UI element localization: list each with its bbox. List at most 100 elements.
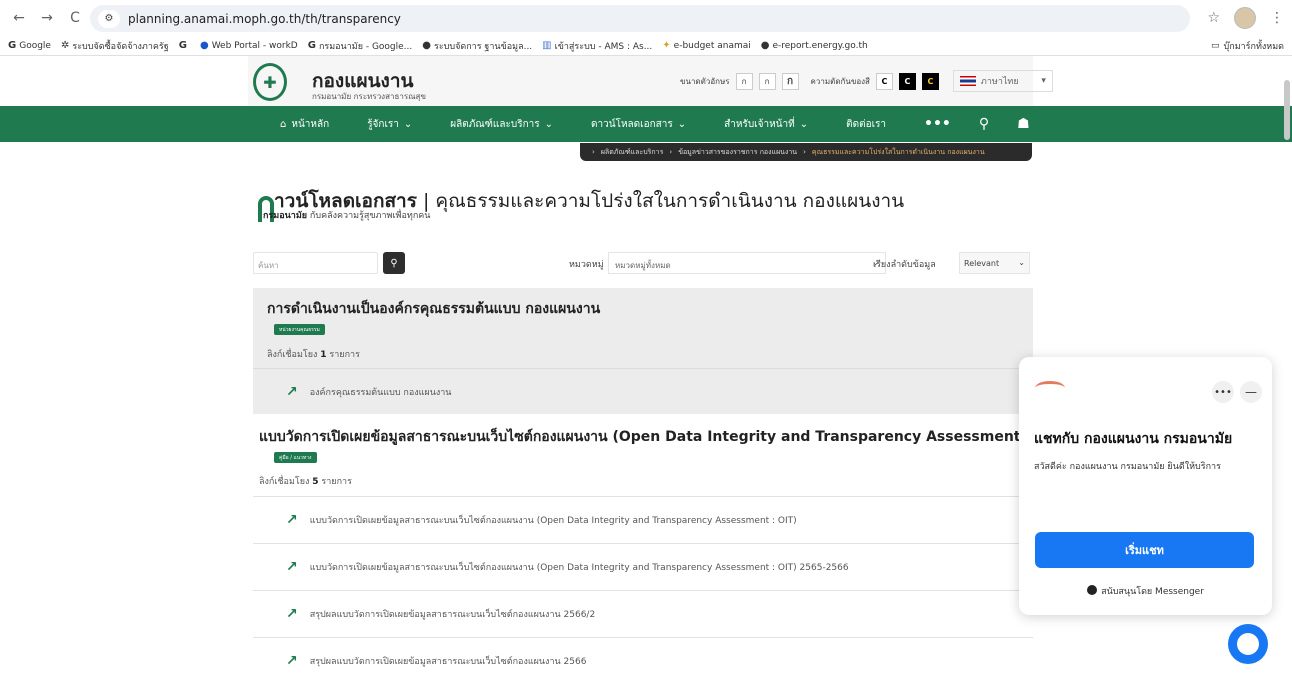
document-group: คู่มือ / แนวทาง ลิงก์เชื่อมโยง 5 รายการ … xyxy=(253,450,1033,675)
item-label: แบบวัดการเปิดเผยข้อมูลสาธารณะบนเว็บไซต์ก… xyxy=(309,515,797,526)
font-small-button[interactable]: ก xyxy=(735,72,753,90)
chevron-down-icon: ⌄ xyxy=(1018,258,1025,267)
bookmark-item[interactable]: G Google xyxy=(8,40,51,51)
breadcrumb-separator: › xyxy=(669,148,673,156)
all-bookmarks-folder[interactable]: ▭ บุ๊กมาร์กทั้งหมด xyxy=(1211,39,1284,53)
bookmark-item[interactable]: ● e-report.energy.go.th xyxy=(761,40,868,51)
scrollbar[interactable] xyxy=(1284,80,1290,140)
bookmark-item[interactable]: ▥ เข้าสู่ระบบ - AMS : As... xyxy=(542,39,652,53)
external-link-icon: ↗ xyxy=(286,511,298,528)
address-bar[interactable]: ⚙ planning.anamai.moph.go.th/th/transpar… xyxy=(90,5,1190,32)
chevron-down-icon: ⌄ xyxy=(403,118,413,130)
count-suffix: รายการ xyxy=(321,477,352,487)
nav-about[interactable]: รู้จักเรา ⌄ xyxy=(367,117,412,132)
bookmark-item[interactable]: G xyxy=(179,40,190,51)
title-rest: คุณธรรมและความโปร่งใสในการดำเนินงาน กองแ… xyxy=(435,190,905,212)
chevron-down-icon: ⌄ xyxy=(677,118,687,130)
contrast-normal-button[interactable]: C xyxy=(875,72,893,90)
bookmark-icon: G xyxy=(307,40,316,51)
category-value: หมวดหมู่ทั้งหมด xyxy=(615,261,671,270)
sort-select[interactable]: Relevant ⌄ xyxy=(959,252,1030,274)
accessibility-tools: ขนาดตัวอักษร ก ก ก ความตัดกันของสี C C C… xyxy=(680,70,1053,92)
group-link-count: ลิงก์เชื่อมโยง 1 รายการ xyxy=(267,347,360,361)
group-title: การดำเนินงานเป็นองค์กรคุณธรรมต้นแบบ กองแ… xyxy=(267,301,601,317)
site-info-icon[interactable]: ⚙ xyxy=(98,9,120,28)
list-item[interactable]: ↗ องค์กรคุณธรรมต้นแบบ กองแผนงาน xyxy=(253,368,1033,414)
language-select[interactable]: ภาษาไทย ▾ xyxy=(952,70,1053,92)
home-icon: ⌂ xyxy=(280,118,287,130)
font-medium-button[interactable]: ก xyxy=(758,72,776,90)
item-label: สรุปผลแบบวัดการเปิดเผยข้อมูลสาธารณะบนเว็… xyxy=(309,609,596,620)
category-select[interactable]: หมวดหมู่ทั้งหมด ⌄ xyxy=(608,252,886,274)
nav-downloads[interactable]: ดาวน์โหลดเอกสาร ⌄ xyxy=(591,117,686,132)
contrast-yellow-button[interactable]: C xyxy=(921,72,939,90)
chevron-down-icon: ▾ xyxy=(1041,76,1046,86)
nav-label: ติดต่อเรา xyxy=(846,118,886,130)
forward-icon[interactable]: → xyxy=(36,7,58,29)
group-link-count: ลิงก์เชื่อมโยง 5 รายการ xyxy=(259,474,352,488)
reload-icon[interactable]: C xyxy=(64,7,86,29)
breadcrumb-item[interactable]: ข้อมูลข่าวสารของราชการ กองแผนงาน xyxy=(678,147,797,158)
page-subtitle: กรมอนามัย กับคลังความรู้สุขภาพเพื่อทุกคน xyxy=(263,208,430,222)
contrast-dark-button[interactable]: C xyxy=(898,72,916,90)
start-chat-button[interactable]: เริ่มแชท xyxy=(1035,532,1254,568)
profile-avatar[interactable] xyxy=(1234,7,1256,29)
chat-footer-text: สนับสนุนโดย Messenger xyxy=(1101,587,1204,597)
bookmark-icon: ✦ xyxy=(662,40,671,51)
search-button[interactable]: ⚲ xyxy=(383,252,405,274)
messenger-icon xyxy=(1087,585,1098,595)
font-size-label: ขนาดตัวอักษร xyxy=(680,76,730,86)
font-large-button[interactable]: ก xyxy=(781,72,799,90)
list-item[interactable]: ↗ แบบวัดการเปิดเผยข้อมูลสาธารณะบนเว็บไซต์… xyxy=(253,543,1033,589)
bookmark-item[interactable]: G กรมอนามัย - Google... xyxy=(308,39,413,53)
sitemap-icon[interactable]: ☗ xyxy=(1017,116,1030,132)
nav-label: ผลิตภัณฑ์และบริการ xyxy=(450,118,540,130)
browser-toolbar: ← → C ⚙ planning.anamai.moph.go.th/th/tr… xyxy=(0,0,1292,36)
department-logo[interactable]: ✚ xyxy=(253,63,287,101)
count-number: 5 xyxy=(312,477,319,487)
breadcrumb-item[interactable]: ผลิตภัณฑ์และบริการ xyxy=(601,147,664,158)
nav-label: สำหรับเจ้าหน้าที่ xyxy=(724,118,795,130)
subtitle-rest: กับคลังความรู้สุขภาพเพื่อทุกคน xyxy=(309,211,431,221)
search-icon: ⚲ xyxy=(390,257,398,269)
search-icon[interactable]: ⚲ xyxy=(979,116,989,132)
messenger-launcher-button[interactable] xyxy=(1228,624,1268,664)
count-prefix: ลิงก์เชื่อมโยง xyxy=(267,350,318,360)
list-item[interactable]: ↗ สรุปผลแบบวัดการเปิดเผยข้อมูลสาธารณะบนเว… xyxy=(253,590,1033,636)
subtitle-bold: กรมอนามัย xyxy=(263,211,308,221)
search-input[interactable]: ค้นหา xyxy=(253,252,378,274)
bookmark-item[interactable]: ✲ ระบบจัดซื้อจัดจ้างภาครัฐ xyxy=(61,39,169,53)
menu-icon[interactable]: ⋮ xyxy=(1270,10,1284,26)
category-label: หมวดหมู่ xyxy=(569,260,604,270)
count-suffix: รายการ xyxy=(329,350,360,360)
count-prefix: ลิงก์เชื่อมโยง xyxy=(259,477,310,487)
folder-label: บุ๊กมาร์กทั้งหมด xyxy=(1223,42,1284,52)
bookmark-icon: ▥ xyxy=(542,40,552,51)
bookmark-item[interactable]: ● Web Portal - workD xyxy=(200,40,298,51)
more-options-icon[interactable]: ••• xyxy=(1212,381,1234,403)
more-icon[interactable]: ••• xyxy=(924,116,951,132)
chevron-down-icon: ⌄ xyxy=(799,118,809,130)
chevron-down-icon: ⌄ xyxy=(544,118,554,130)
bookmark-item[interactable]: ✦ e-budget anamai xyxy=(662,40,750,51)
group-tag[interactable]: คู่มือ / แนวทาง xyxy=(274,452,317,463)
nav-contact[interactable]: ติดต่อเรา xyxy=(846,117,886,132)
external-link-icon: ↗ xyxy=(286,558,298,575)
minimize-icon[interactable]: — xyxy=(1240,381,1262,403)
list-item[interactable]: ↗ แบบวัดการเปิดเผยข้อมูลสาธารณะบนเว็บไซต์… xyxy=(253,496,1033,542)
bookmark-icon: G xyxy=(178,40,187,51)
bookmark-label: e-budget anamai xyxy=(673,40,751,51)
bookmark-icon: G xyxy=(8,40,17,51)
bookmark-item[interactable]: ● ระบบจัดการ ฐานข้อมูล... xyxy=(422,39,532,53)
nav-products[interactable]: ผลิตภัณฑ์และบริการ ⌄ xyxy=(450,117,553,132)
star-icon[interactable]: ☆ xyxy=(1207,10,1220,26)
nav-label: ดาวน์โหลดเอกสาร xyxy=(591,118,673,130)
nav-staff[interactable]: สำหรับเจ้าหน้าที่ ⌄ xyxy=(724,117,808,132)
item-label: องค์กรคุณธรรมต้นแบบ กองแผนงาน xyxy=(309,387,452,398)
bookmark-label: Web Portal - workD xyxy=(211,40,298,51)
back-icon[interactable]: ← xyxy=(8,7,30,29)
list-item[interactable]: ↗ สรุปผลแบบวัดการเปิดเผยข้อมูลสาธารณะบนเว… xyxy=(253,637,1033,683)
breadcrumb-current: คุณธรรมและความโปร่งใสในการดำเนินงาน กองแ… xyxy=(811,147,985,156)
group-tag[interactable]: หน่วยงานคุณธรรม xyxy=(274,324,325,335)
nav-home[interactable]: ⌂ หน้าหลัก xyxy=(280,117,329,132)
